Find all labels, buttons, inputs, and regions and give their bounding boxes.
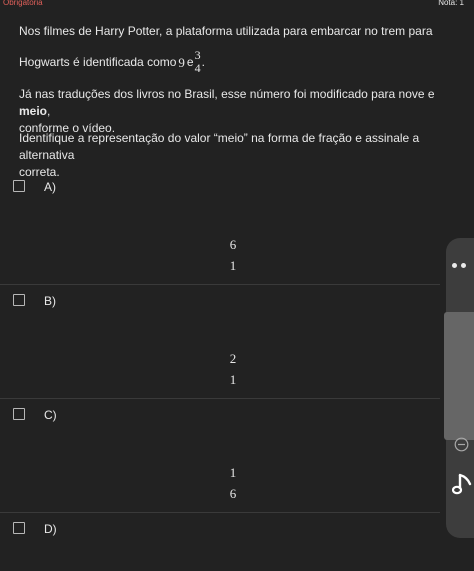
option-b-label: B)	[44, 294, 56, 308]
option-d-label: D)	[44, 522, 57, 536]
option-d-checkbox[interactable]	[13, 522, 25, 534]
option-c-numerator: 1	[229, 465, 237, 480]
question-line-2: Hogwarts é identificada como 9 e 3 4 .	[19, 49, 449, 75]
option-b-fraction: 2 1	[224, 348, 242, 390]
option-b-denominator: 1	[229, 372, 237, 387]
option-c-checkbox[interactable]	[13, 408, 25, 420]
option-c-fraction: 1 6	[224, 462, 242, 504]
option-c-denominator: 6	[229, 486, 237, 501]
option-a-checkbox[interactable]	[13, 180, 25, 192]
grade-label: Nota: 1	[438, 0, 464, 7]
paragraph-2-text-a: Já nas traduções dos livros no Brasil, e…	[19, 87, 435, 101]
platform-number: 9	[178, 54, 185, 70]
inline-fraction-denominator: 4	[194, 61, 201, 75]
question-paragraph-3: Identifique a representação do valor “me…	[19, 130, 449, 181]
minus-circle-icon[interactable]	[454, 437, 469, 452]
option-b-numerator: 2	[229, 351, 237, 366]
option-a-label: A)	[44, 180, 56, 194]
paragraph-3-line-2: correta.	[19, 165, 60, 179]
and-word: e	[186, 54, 194, 69]
paragraph-2-text-b: ,	[47, 104, 51, 118]
required-label: Obrigatória	[3, 0, 43, 7]
option-divider	[0, 398, 440, 399]
option-divider	[0, 284, 440, 285]
option-divider	[0, 512, 440, 513]
question-text-2: Hogwarts é identificada como	[19, 54, 177, 69]
option-a-numerator: 6	[229, 237, 237, 252]
scrollbar-thumb[interactable]	[444, 312, 474, 440]
music-note-icon[interactable]	[452, 472, 474, 498]
question-line-1: Nos filmes de Harry Potter, a plataforma…	[19, 23, 449, 40]
option-a-fraction: 6 1	[224, 234, 242, 276]
option-c-label: C)	[44, 408, 57, 422]
option-b-checkbox[interactable]	[13, 294, 25, 306]
inline-fraction: 3 4	[195, 49, 201, 75]
question-text-1: Nos filmes de Harry Potter, a plataforma…	[19, 24, 433, 38]
period: .	[201, 54, 205, 69]
more-dots-icon[interactable]	[452, 263, 472, 269]
paragraph-2-bold: meio	[19, 104, 48, 118]
top-bar: Obrigatória Nota: 1	[0, 0, 474, 9]
paragraph-3-line-1: Identifique a representação do valor “me…	[19, 131, 420, 162]
option-a-denominator: 1	[229, 258, 237, 273]
